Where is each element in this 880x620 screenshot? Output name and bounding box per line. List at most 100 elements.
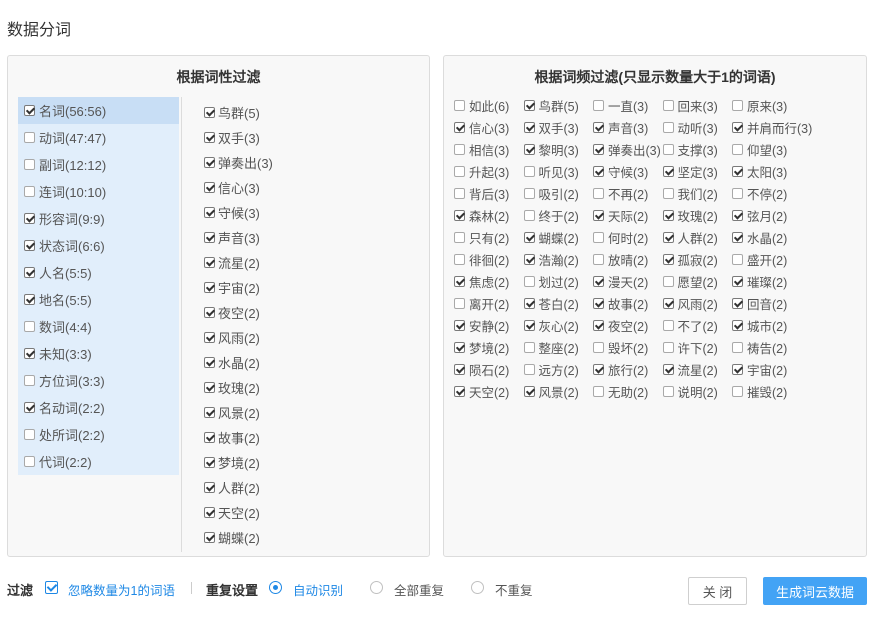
ignore-single-label[interactable]: 忽略数量为1的词语 [68, 580, 175, 599]
frequency-word[interactable]: 灰心(2) [523, 316, 594, 335]
frequency-word[interactable]: 毁坏(2) [593, 338, 663, 357]
frequency-word[interactable]: 动听(3) [662, 118, 733, 137]
frequency-word-checkbox[interactable] [454, 253, 465, 265]
word-item[interactable]: 故事(2) [204, 425, 304, 450]
word-item[interactable]: 风景(2) [204, 400, 304, 425]
frequency-word[interactable]: 我们(2) [662, 184, 733, 203]
frequency-word-checkbox[interactable] [662, 165, 674, 177]
word-item-checkbox[interactable] [204, 357, 215, 368]
frequency-word[interactable]: 并肩而行(3) [732, 118, 812, 137]
frequency-word[interactable]: 离开(2) [454, 294, 524, 313]
word-item-checkbox[interactable] [204, 507, 215, 518]
pos-item-checkbox[interactable] [24, 186, 35, 197]
frequency-word[interactable]: 苍白(2) [523, 294, 594, 313]
word-item[interactable]: 玫瑰(2) [204, 375, 304, 400]
frequency-word[interactable]: 焦虑(2) [454, 272, 524, 291]
close-button[interactable]: 关 闭 [688, 577, 747, 605]
frequency-word-checkbox[interactable] [593, 385, 604, 397]
pos-item-checkbox[interactable] [24, 267, 35, 278]
frequency-word[interactable]: 原来(3) [732, 96, 802, 115]
frequency-word-checkbox[interactable] [662, 99, 674, 111]
word-item[interactable]: 天空(2) [204, 500, 304, 525]
frequency-word-checkbox[interactable] [662, 231, 674, 243]
frequency-word[interactable]: 听见(3) [523, 162, 594, 181]
pos-item[interactable]: 名词(56:56) [18, 97, 179, 124]
frequency-word[interactable]: 坚定(3) [662, 162, 733, 181]
word-item[interactable]: 人群(2) [204, 475, 304, 500]
frequency-word[interactable]: 升起(3) [454, 162, 524, 181]
pos-item-checkbox[interactable] [24, 213, 35, 224]
word-item-checkbox[interactable] [204, 532, 215, 543]
frequency-word[interactable]: 弦月(2) [732, 206, 802, 225]
word-item-checkbox[interactable] [204, 382, 215, 393]
frequency-word[interactable]: 城市(2) [732, 316, 802, 335]
frequency-word[interactable]: 漫天(2) [593, 272, 663, 291]
frequency-word-checkbox[interactable] [454, 99, 465, 111]
frequency-word[interactable]: 双手(3) [523, 118, 594, 137]
frequency-word-checkbox[interactable] [523, 363, 535, 375]
frequency-word[interactable]: 鸟群(5) [523, 96, 594, 115]
pos-item-checkbox[interactable] [24, 429, 35, 440]
frequency-word-checkbox[interactable] [593, 341, 604, 353]
frequency-word-checkbox[interactable] [732, 165, 743, 177]
frequency-word[interactable]: 相信(3) [454, 140, 524, 159]
word-item[interactable]: 宇宙(2) [204, 275, 304, 300]
frequency-word[interactable]: 不再(2) [593, 184, 663, 203]
frequency-word[interactable]: 水晶(2) [732, 228, 802, 247]
frequency-word-checkbox[interactable] [662, 341, 674, 353]
frequency-word-checkbox[interactable] [523, 297, 535, 309]
frequency-word[interactable]: 终于(2) [523, 206, 594, 225]
frequency-word[interactable]: 远方(2) [523, 360, 594, 379]
pos-item-checkbox[interactable] [24, 321, 35, 332]
word-item[interactable]: 声音(3) [204, 225, 304, 250]
pos-item-checkbox[interactable] [24, 456, 35, 467]
frequency-word-checkbox[interactable] [593, 363, 604, 375]
word-item[interactable]: 水晶(2) [204, 350, 304, 375]
frequency-word-checkbox[interactable] [662, 275, 674, 287]
frequency-word-checkbox[interactable] [523, 165, 535, 177]
radio-auto-detect[interactable] [269, 581, 282, 594]
frequency-word[interactable]: 流星(2) [662, 360, 733, 379]
frequency-word[interactable]: 一直(3) [593, 96, 663, 115]
frequency-word-checkbox[interactable] [732, 121, 743, 133]
radio-repeat-all-label[interactable]: 全部重复 [394, 580, 444, 599]
frequency-word[interactable]: 背后(3) [454, 184, 524, 203]
frequency-word[interactable]: 吸引(2) [523, 184, 594, 203]
frequency-word-checkbox[interactable] [523, 253, 535, 265]
frequency-word-checkbox[interactable] [454, 121, 465, 133]
pos-item[interactable]: 动词(47:47) [18, 124, 179, 151]
frequency-word-checkbox[interactable] [732, 231, 743, 243]
frequency-word-checkbox[interactable] [732, 341, 743, 353]
frequency-word-checkbox[interactable] [593, 253, 604, 265]
frequency-word-checkbox[interactable] [593, 121, 604, 133]
frequency-word-checkbox[interactable] [454, 209, 465, 221]
frequency-word[interactable]: 风景(2) [523, 382, 594, 401]
frequency-word-checkbox[interactable] [732, 143, 743, 155]
frequency-word[interactable]: 愿望(2) [662, 272, 733, 291]
frequency-word-checkbox[interactable] [593, 143, 604, 155]
frequency-word-checkbox[interactable] [523, 275, 535, 287]
word-item[interactable]: 夜空(2) [204, 300, 304, 325]
frequency-word[interactable]: 陨石(2) [454, 360, 524, 379]
pos-item[interactable]: 方位词(3:3) [18, 367, 179, 394]
frequency-word[interactable]: 盛开(2) [732, 250, 802, 269]
word-item-checkbox[interactable] [204, 307, 215, 318]
frequency-word[interactable]: 徘徊(2) [454, 250, 524, 269]
frequency-word-checkbox[interactable] [454, 385, 465, 397]
frequency-word-checkbox[interactable] [732, 297, 743, 309]
frequency-word[interactable]: 宇宙(2) [732, 360, 802, 379]
frequency-word-checkbox[interactable] [732, 187, 743, 199]
frequency-word[interactable]: 安静(2) [454, 316, 524, 335]
frequency-word-checkbox[interactable] [523, 143, 535, 155]
frequency-word[interactable]: 划过(2) [523, 272, 594, 291]
pos-item[interactable]: 状态词(6:6) [18, 232, 179, 259]
frequency-word-checkbox[interactable] [662, 385, 674, 397]
frequency-word[interactable]: 风雨(2) [662, 294, 733, 313]
frequency-word-checkbox[interactable] [732, 275, 743, 287]
word-item-checkbox[interactable] [204, 107, 215, 118]
frequency-word-checkbox[interactable] [523, 99, 535, 111]
frequency-word-checkbox[interactable] [523, 121, 535, 133]
frequency-word[interactable]: 许下(2) [662, 338, 733, 357]
frequency-word-checkbox[interactable] [454, 187, 465, 199]
word-item[interactable]: 鸟群(5) [204, 100, 304, 125]
